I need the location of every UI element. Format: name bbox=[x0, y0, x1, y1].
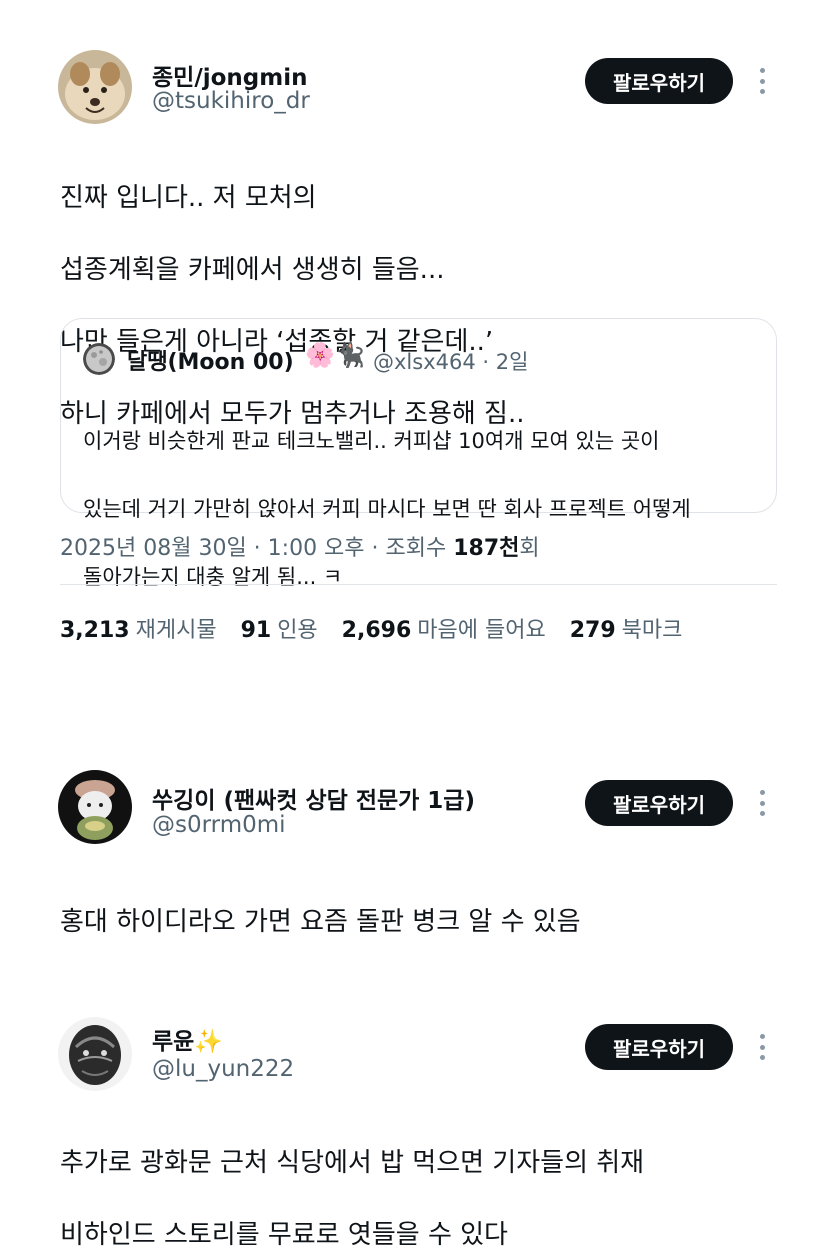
moon-icon bbox=[83, 343, 115, 375]
quoted-line: 있는데 거기 가만히 앉아서 커피 마시다 보면 딴 회사 프로젝트 어떻게 bbox=[83, 497, 691, 521]
timestamp-text: 2025년 08월 30일 · 1:00 오후 · 조회수 bbox=[60, 536, 454, 561]
tweet-line: 진짜 입니다.. 저 모처의 bbox=[60, 183, 317, 213]
avatar[interactable] bbox=[58, 770, 132, 844]
stat-likes[interactable]: 2,696 마음에 들어요 bbox=[342, 612, 546, 644]
tweet-timestamp[interactable]: 2025년 08월 30일 · 1:00 오후 · 조회수 187천회 bbox=[60, 530, 540, 562]
reply-author-name-text: 루윤 bbox=[152, 1029, 195, 1055]
stat-label: 인용 bbox=[277, 618, 318, 643]
stat-quotes[interactable]: 91 인용 bbox=[241, 612, 318, 644]
sparkles-emoji: ✨ bbox=[194, 1029, 223, 1055]
tweet-line: 섭종계획을 카페에서 생생히 들음... bbox=[60, 255, 445, 285]
reply-author-handle[interactable]: @lu_yun222 bbox=[152, 1056, 294, 1082]
stat-reposts[interactable]: 3,213 재게시물 bbox=[60, 612, 217, 644]
avatar[interactable] bbox=[58, 1017, 132, 1091]
quoted-tweet-card[interactable]: 달땡(Moon 00) 🌸 🐈‍⬛ @xlsx464 · 2일 이거랑 비슷한게… bbox=[60, 318, 777, 589]
reply-author-name[interactable]: 쑤깅이 (팬싸컷 상담 전문가 1급) bbox=[152, 781, 475, 815]
divider bbox=[60, 584, 777, 585]
reply-text: 홍대 하이디라오 가면 요즘 돌판 병크 알 수 있음 bbox=[60, 868, 581, 976]
engagement-stats: 3,213 재게시물 91 인용 2,696 마음에 들어요 279 북마크 bbox=[60, 612, 706, 644]
more-options-icon[interactable] bbox=[754, 1032, 770, 1062]
stat-value: 279 bbox=[569, 618, 616, 643]
follow-button[interactable]: 팔로우하기 bbox=[585, 780, 733, 826]
more-options-icon[interactable] bbox=[754, 788, 770, 818]
stat-bookmarks[interactable]: 279 북마크 bbox=[570, 612, 683, 644]
flower-emoji: 🌸 bbox=[305, 341, 335, 369]
reply-author-handle[interactable]: @s0rrm0mi bbox=[152, 812, 286, 838]
quoted-text: 이거랑 비슷한게 판교 테크노밸리.. 커피샵 10여개 모여 있는 곳이 있는… bbox=[83, 390, 691, 628]
stat-label: 마음에 들어요 bbox=[417, 618, 546, 643]
quoted-handle-time: @xlsx464 · 2일 bbox=[373, 350, 529, 374]
view-count-suffix: 회 bbox=[519, 536, 540, 561]
reply-line: 홍대 하이디라오 가면 요즘 돌판 병크 알 수 있음 bbox=[60, 907, 581, 937]
stat-value: 91 bbox=[240, 618, 272, 643]
reply-text: 추가로 광화문 근처 식당에서 밥 먹으면 기자들의 취재 비하인드 스토리를 … bbox=[60, 1109, 644, 1253]
stat-label: 북마크 bbox=[621, 618, 683, 643]
follow-button[interactable]: 팔로우하기 bbox=[585, 58, 733, 104]
stat-label: 재게시물 bbox=[135, 618, 217, 643]
view-count: 187천 bbox=[453, 536, 520, 561]
author-name[interactable]: 종민/jongmin bbox=[152, 58, 307, 92]
reply-author-name[interactable]: 루윤✨ bbox=[152, 1022, 223, 1056]
author-handle[interactable]: @tsukihiro_dr bbox=[152, 88, 310, 114]
quoted-author-name: 달땡(Moon 00) bbox=[127, 350, 294, 375]
sketch-avatar-image bbox=[58, 1017, 132, 1091]
follow-button[interactable]: 팔로우하기 bbox=[585, 1024, 733, 1070]
stat-value: 2,696 bbox=[341, 618, 412, 643]
moon-avatar bbox=[83, 343, 115, 375]
stat-value: 3,213 bbox=[60, 618, 130, 643]
reply-line: 추가로 광화문 근처 식당에서 밥 먹으면 기자들의 취재 bbox=[60, 1148, 645, 1178]
dog-avatar-image bbox=[58, 50, 132, 124]
cat-emoji: 🐈‍⬛ bbox=[335, 341, 365, 369]
more-options-icon[interactable] bbox=[754, 66, 770, 96]
avatar[interactable] bbox=[58, 50, 132, 124]
quoted-line: 이거랑 비슷한게 판교 테크노밸리.. 커피샵 10여개 모여 있는 곳이 bbox=[83, 429, 660, 453]
plush-avatar-image bbox=[58, 770, 132, 844]
reply-line: 비하인드 스토리를 무료로 엿들을 수 있다 bbox=[60, 1220, 508, 1250]
quoted-line: 돌아가는지 대충 알게 됨... ㅋ bbox=[83, 565, 343, 589]
